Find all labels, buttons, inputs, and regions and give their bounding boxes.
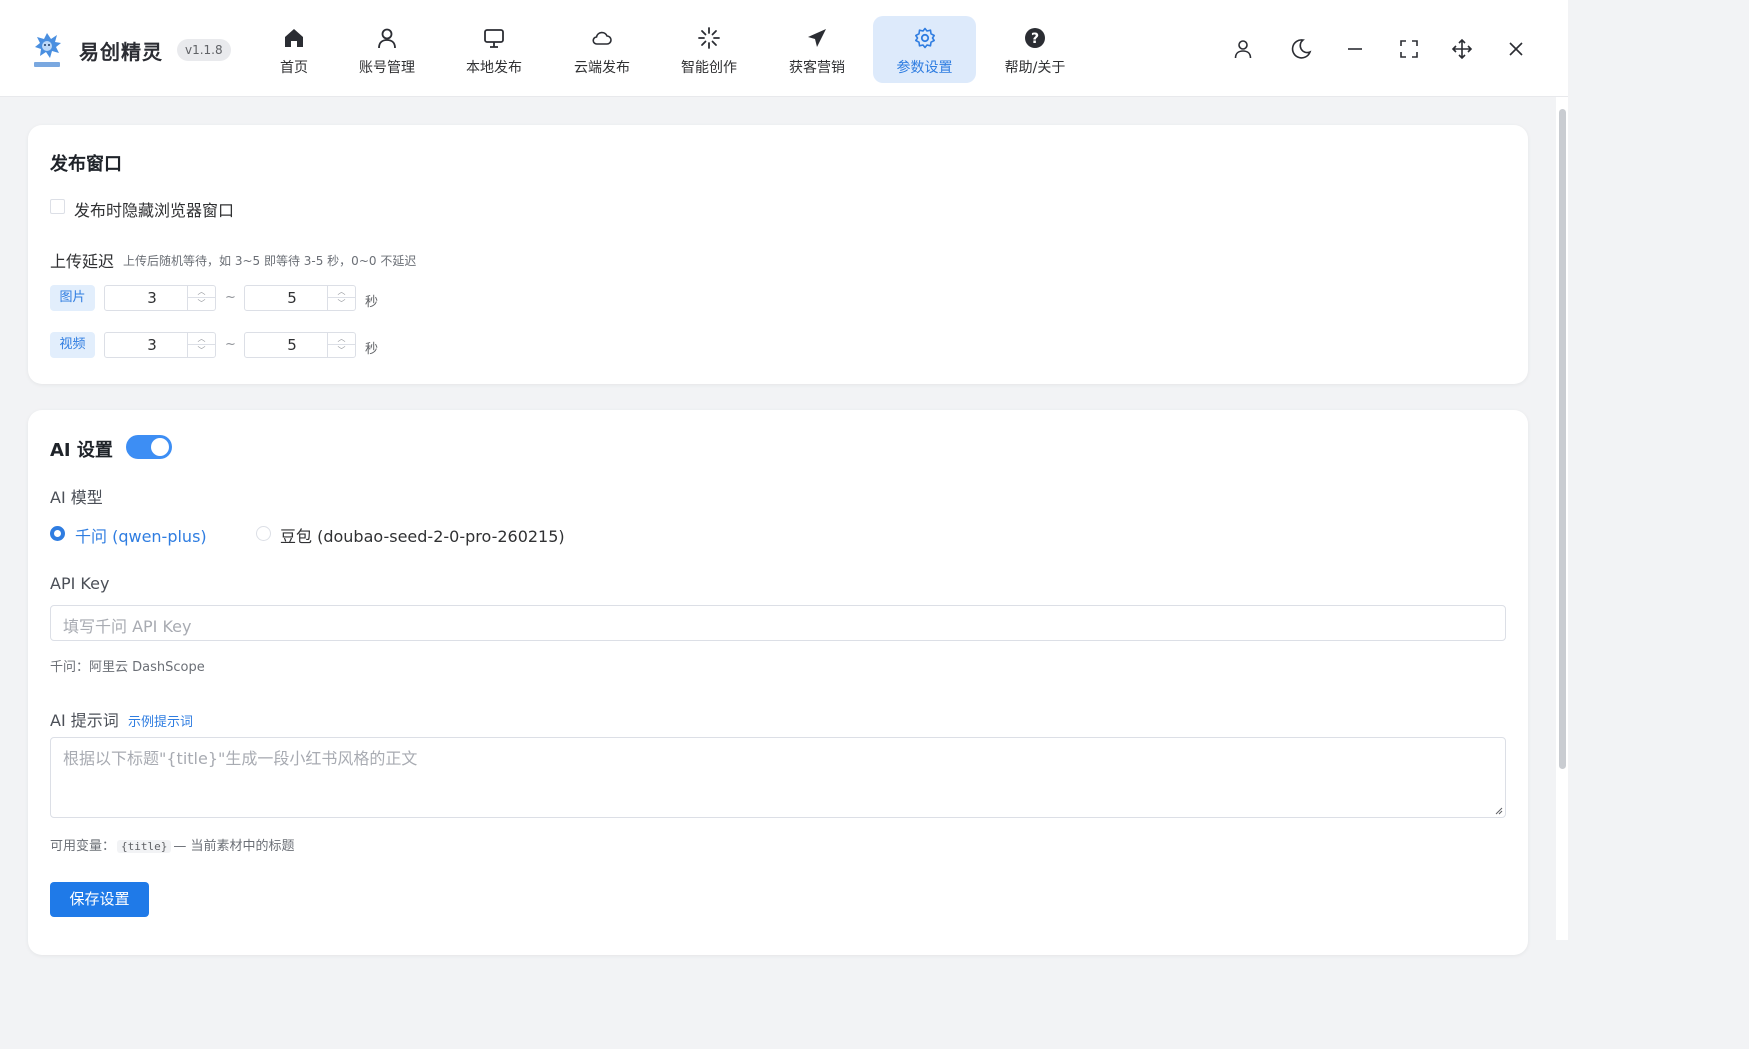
- image-delay-max-value: 5: [287, 289, 297, 307]
- upload-delay-title: 上传延迟: [50, 252, 115, 271]
- version-badge: v1.1.8: [177, 39, 231, 61]
- user-icon[interactable]: [1231, 37, 1255, 61]
- move-icon[interactable]: [1450, 37, 1474, 61]
- model-radio-qwen-label[interactable]: 千问 (qwen-plus): [75, 523, 207, 547]
- nav-cloud-publish-label: 云端发布: [574, 60, 630, 76]
- ai-model-label: AI 模型: [50, 488, 103, 507]
- ai-settings-card: AI 设置 AI 模型 千问 (qwen-plus) 豆包 (doubao-se…: [28, 410, 1528, 955]
- model-radio-doubao-label[interactable]: 豆包 (doubao-seed-2-0-pro-260215): [280, 523, 565, 547]
- image-delay-min-value: 3: [147, 289, 157, 307]
- moon-icon[interactable]: [1289, 37, 1313, 61]
- hide-browser-checkbox[interactable]: [50, 199, 65, 214]
- ai-prompt-textarea[interactable]: 根据以下标题"{title}"生成一段小红书风格的正文: [50, 737, 1506, 818]
- video-delay-min-input[interactable]: 3 ︿ ﹀: [104, 332, 216, 358]
- user-icon: [378, 28, 396, 49]
- close-icon[interactable]: [1504, 37, 1528, 61]
- svg-text:?: ?: [1031, 31, 1039, 47]
- vars-suffix: — 当前素材中的标题: [173, 839, 295, 854]
- video-delay-min-stepper[interactable]: ︿ ﹀: [187, 333, 215, 357]
- nav-ai-create[interactable]: 智能创作: [670, 16, 748, 83]
- available-vars-note: 可用变量： {title} — 当前素材中的标题: [50, 835, 295, 854]
- video-delay-max-value: 5: [287, 336, 297, 354]
- video-delay-min-value: 3: [147, 336, 157, 354]
- example-prompt-link[interactable]: 示例提示词: [128, 711, 193, 730]
- ai-prompt-label: AI 提示词: [50, 711, 119, 730]
- resize-grip-icon[interactable]: [1493, 805, 1503, 815]
- vars-prefix: 可用变量：: [50, 839, 116, 854]
- nav-marketing-label: 获客营销: [789, 60, 845, 76]
- nav-local-publish-label: 本地发布: [466, 60, 522, 76]
- api-key-note: 千问：阿里云 DashScope: [50, 660, 205, 675]
- publish-card-title: 发布窗口: [50, 154, 122, 175]
- chevron-up-icon[interactable]: ︿: [188, 333, 215, 345]
- nav-local-publish[interactable]: 本地发布: [455, 16, 533, 83]
- image-delay-max-stepper[interactable]: ︿ ﹀: [327, 286, 355, 310]
- range-separator: ~: [225, 337, 236, 352]
- nav-home-label: 首页: [280, 60, 308, 76]
- switch-knob: [151, 438, 169, 456]
- chevron-up-icon[interactable]: ︿: [328, 286, 355, 298]
- image-delay-max-input[interactable]: 5 ︿ ﹀: [244, 285, 356, 311]
- video-delay-max-input[interactable]: 5 ︿ ﹀: [244, 332, 356, 358]
- chevron-up-icon[interactable]: ︿: [188, 286, 215, 298]
- ai-prompt-placeholder: 根据以下标题"{title}"生成一段小红书风格的正文: [63, 749, 418, 768]
- video-delay-max-stepper[interactable]: ︿ ﹀: [327, 333, 355, 357]
- api-key-input[interactable]: 填写千问 API Key: [50, 605, 1506, 641]
- image-delay-min-stepper[interactable]: ︿ ﹀: [187, 286, 215, 310]
- api-key-label: API Key: [50, 574, 110, 593]
- model-radio-doubao[interactable]: [256, 526, 271, 541]
- image-delay-min-input[interactable]: 3 ︿ ﹀: [104, 285, 216, 311]
- nav-help[interactable]: ? 帮助/关于: [995, 16, 1075, 83]
- nav-help-label: 帮助/关于: [1004, 60, 1066, 76]
- chevron-down-icon[interactable]: ﹀: [328, 298, 355, 310]
- model-radio-qwen[interactable]: [50, 526, 65, 541]
- range-separator: ~: [225, 290, 236, 305]
- scrollbar-thumb[interactable]: [1559, 109, 1566, 769]
- ai-enable-switch[interactable]: [126, 435, 172, 459]
- chevron-down-icon[interactable]: ﹀: [188, 345, 215, 357]
- image-tag: 图片: [50, 285, 95, 311]
- help-icon: ?: [1025, 28, 1045, 48]
- nav-accounts-label: 账号管理: [359, 60, 415, 76]
- gear-icon: [914, 27, 935, 49]
- hide-browser-label[interactable]: 发布时隐藏浏览器窗口: [74, 197, 234, 221]
- video-tag: 视频: [50, 332, 95, 358]
- save-settings-button[interactable]: 保存设置: [50, 882, 149, 917]
- nav-accounts[interactable]: 账号管理: [348, 16, 426, 83]
- minimize-icon[interactable]: [1343, 37, 1367, 61]
- ai-card-title: AI 设置: [50, 440, 113, 461]
- home-icon: [285, 29, 303, 47]
- seconds-unit: 秒: [365, 342, 379, 357]
- nav-settings[interactable]: 参数设置: [873, 16, 976, 83]
- app-title: 易创精灵: [79, 40, 163, 64]
- mascot-logo-icon: [34, 33, 61, 67]
- seconds-unit: 秒: [365, 295, 379, 310]
- fullscreen-icon[interactable]: [1397, 37, 1421, 61]
- monitor-icon: [484, 29, 504, 48]
- vars-code: {title}: [117, 840, 172, 853]
- upload-delay-hint: 上传后随机等待，如 3~5 即等待 3-5 秒，0~0 不延迟: [123, 254, 417, 268]
- paper-plane-icon: [808, 29, 826, 47]
- chevron-down-icon[interactable]: ﹀: [328, 345, 355, 357]
- cloud-icon: [592, 31, 612, 45]
- chevron-up-icon[interactable]: ︿: [328, 333, 355, 345]
- nav-settings-label: 参数设置: [896, 60, 953, 76]
- title-bar: 易创精灵 v1.1.8 首页 账号管理 本地发布 云端发布 智能创作 获客营销 …: [0, 0, 1568, 97]
- publish-window-card: 发布窗口 发布时隐藏浏览器窗口 上传延迟 上传后随机等待，如 3~5 即等待 3…: [28, 125, 1528, 384]
- sparkle-icon: [698, 27, 720, 49]
- nav-marketing[interactable]: 获客营销: [778, 16, 856, 83]
- nav-cloud-publish[interactable]: 云端发布: [563, 16, 641, 83]
- chevron-down-icon[interactable]: ﹀: [188, 298, 215, 310]
- nav-home[interactable]: 首页: [260, 16, 328, 83]
- api-key-placeholder: 填写千问 API Key: [63, 617, 192, 636]
- nav-ai-create-label: 智能创作: [681, 60, 737, 76]
